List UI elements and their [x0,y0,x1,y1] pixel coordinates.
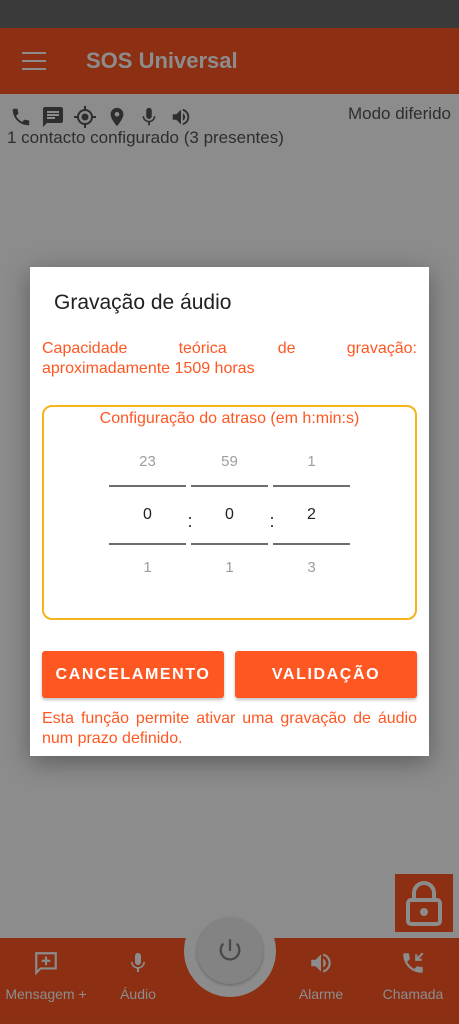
hours-current-value[interactable]: 0 [109,485,186,545]
hours-next-value[interactable]: 1 [109,553,186,583]
capacity-text: Capacidade teórica de gravação: aproxima… [42,339,417,379]
capacity-word: teórica [178,340,227,357]
seconds-next-value[interactable]: 3 [273,553,350,583]
audio-recording-dialog: Gravação de áudio Capacidade teórica de … [30,267,429,756]
capacity-word: de [277,340,296,357]
hours-picker[interactable]: 23 0 1 [109,447,186,583]
minutes-next-value[interactable]: 1 [191,553,268,583]
capacity-word: Capacidade [42,340,128,357]
seconds-picker[interactable]: 1 2 3 [273,447,350,583]
seconds-current-value[interactable]: 2 [273,485,350,545]
minutes-current-value[interactable]: 0 [191,485,268,545]
dialog-title: Gravação de áudio [54,291,232,314]
hours-prev-value[interactable]: 23 [109,447,186,477]
cancel-button[interactable]: CANCELAMENTO [42,651,224,698]
dialog-description: Esta função permite ativar uma gravação … [42,710,417,747]
minutes-prev-value[interactable]: 59 [191,447,268,477]
confirm-button[interactable]: VALIDAÇÃO [235,651,417,698]
delay-config-title: Configuração do atraso (em h:min:s) [99,410,360,427]
status-bar [0,0,459,28]
seconds-prev-value[interactable]: 1 [273,447,350,477]
delay-config-box: Configuração do atraso (em h:min:s) 23 0… [42,405,417,620]
minutes-picker[interactable]: 59 0 1 [191,447,268,583]
capacity-word: gravação: [346,340,417,357]
capacity-hours: aproximadamente 1509 horas [42,360,255,377]
